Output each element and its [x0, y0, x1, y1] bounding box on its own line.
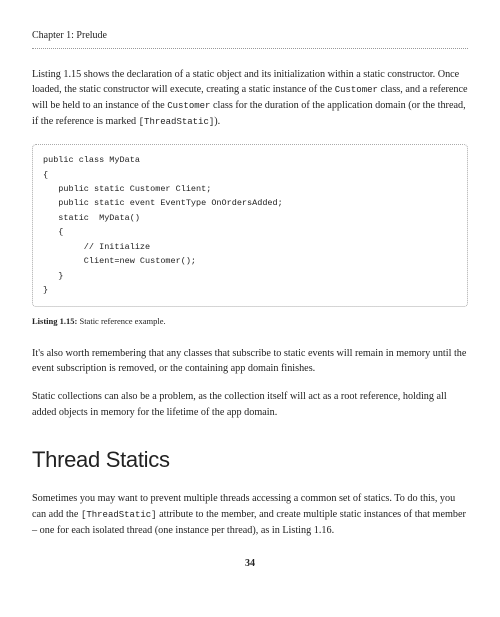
- code-listing: public class MyData { public static Cust…: [32, 144, 468, 306]
- listing-text: Static reference example.: [77, 316, 165, 326]
- page-number: 34: [32, 556, 468, 572]
- inline-code: [ThreadStatic]: [139, 117, 215, 127]
- listing-caption: Listing 1.15: Static reference example.: [32, 315, 468, 328]
- chapter-header: Chapter 1: Prelude: [32, 28, 468, 49]
- inline-code: Customer: [167, 101, 210, 111]
- text: ).: [214, 116, 220, 127]
- section-heading: Thread Statics: [32, 443, 468, 477]
- paragraph-1: Listing 1.15 shows the declaration of a …: [32, 67, 468, 131]
- paragraph-2: It's also worth remembering that any cla…: [32, 346, 468, 378]
- listing-label: Listing 1.15:: [32, 316, 77, 326]
- paragraph-4: Sometimes you may want to prevent multip…: [32, 491, 468, 539]
- inline-code: Customer: [335, 85, 378, 95]
- inline-code: [ThreadStatic]: [81, 510, 157, 520]
- paragraph-3: Static collections can also be a problem…: [32, 389, 468, 421]
